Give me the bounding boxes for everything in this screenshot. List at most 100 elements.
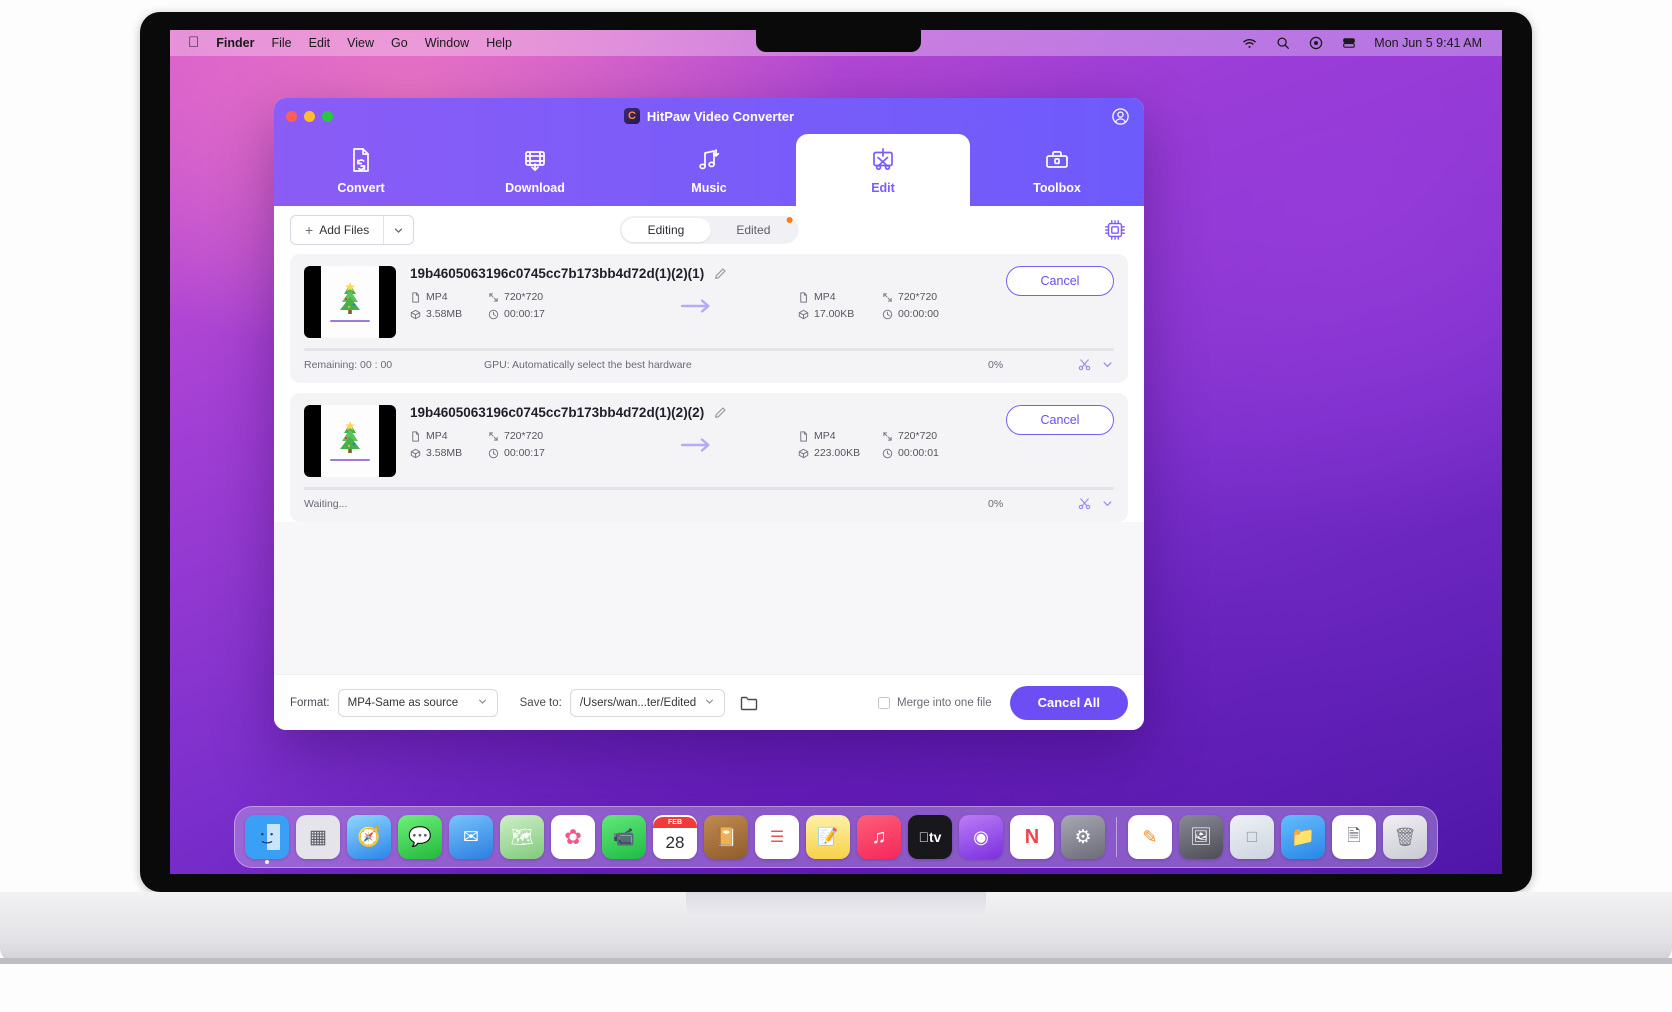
- dock-item-safari[interactable]: 🧭: [347, 815, 391, 859]
- dock-item-finder[interactable]: [245, 815, 289, 864]
- segment-editing[interactable]: Editing: [621, 218, 711, 242]
- dock-item-reminders[interactable]: ☰: [755, 815, 799, 859]
- progress-bar: [304, 348, 1114, 351]
- segment-edited[interactable]: Edited: [710, 217, 796, 242]
- trim-scissors-icon[interactable]: [1078, 358, 1091, 371]
- menu-help[interactable]: Help: [486, 36, 512, 50]
- output-format-value: MP4: [814, 291, 836, 303]
- dock-item-pages[interactable]: ✎: [1128, 815, 1172, 859]
- video-thumbnail[interactable]: [304, 405, 396, 477]
- cancel-button-label: Cancel: [1040, 413, 1080, 427]
- desktop-screen:  Finder File Edit View Go Window Help: [170, 30, 1502, 874]
- source-format-value: MP4: [426, 291, 448, 303]
- trim-scissors-icon[interactable]: [1078, 497, 1091, 510]
- apple-menu-icon[interactable]: : [188, 35, 199, 50]
- editing-edited-segmented-control: Editing Edited: [619, 216, 799, 244]
- dock-separator: [1116, 817, 1117, 857]
- dock-item-messages[interactable]: 💬: [398, 815, 442, 859]
- tab-music[interactable]: Music: [622, 134, 796, 206]
- video-thumbnail[interactable]: [304, 266, 396, 338]
- tab-download[interactable]: Download: [448, 134, 622, 206]
- dock-item-trash[interactable]: 🗑: [1383, 815, 1427, 859]
- tab-toolbox-label: Toolbox: [1033, 181, 1081, 195]
- conversion-arrow-icon: [675, 298, 721, 314]
- dock-item-maps[interactable]: 🗺: [500, 815, 544, 859]
- row-expand-chevron-icon[interactable]: [1101, 358, 1114, 371]
- thumbnail-underline: [330, 459, 370, 461]
- folder-open-icon[interactable]: [739, 693, 759, 713]
- add-files-button[interactable]: + Add Files: [291, 216, 383, 244]
- dock-item-podcasts[interactable]: ◉: [959, 815, 1003, 859]
- dock-item-mail[interactable]: ✉: [449, 815, 493, 859]
- laptop-base-notch: [686, 892, 986, 918]
- thumbnail-content: [321, 266, 379, 338]
- tab-music-label: Music: [691, 181, 727, 195]
- dock-item-downloads-folder[interactable]: 📁: [1281, 815, 1325, 859]
- menu-file[interactable]: File: [271, 36, 291, 50]
- dock-item-news[interactable]: N: [1010, 815, 1054, 859]
- dock-item-documents[interactable]: 🗎: [1332, 815, 1376, 859]
- output-metadata: MP4 720*720: [798, 430, 992, 459]
- battery-icon[interactable]: [1341, 36, 1356, 51]
- tab-convert[interactable]: Convert: [274, 134, 448, 206]
- search-icon[interactable]: [1275, 36, 1290, 51]
- wifi-icon[interactable]: [1242, 36, 1257, 51]
- dock-item-music[interactable]: ♫: [857, 815, 901, 859]
- tab-convert-label: Convert: [337, 181, 385, 195]
- tab-edit-label: Edit: [871, 181, 895, 195]
- output-size: 223.00KB: [798, 447, 882, 459]
- segment-editing-label: Editing: [647, 223, 685, 237]
- dock-item-appletv[interactable]: tv: [908, 815, 952, 859]
- christmas-tree-image: [340, 421, 360, 453]
- cancel-all-button[interactable]: Cancel All: [1009, 685, 1128, 720]
- source-duration-value: 00:00:17: [504, 308, 545, 320]
- progress-area: Waiting... 0%: [304, 487, 1114, 510]
- output-format: MP4: [798, 291, 882, 303]
- settings-gpu-icon[interactable]: [1102, 217, 1128, 243]
- format-select[interactable]: MP4-Same as source: [337, 688, 498, 717]
- dock-item-notes[interactable]: 📝: [806, 815, 850, 859]
- source-size-value: 3.58MB: [426, 308, 463, 320]
- tab-edit[interactable]: Edit: [796, 134, 970, 206]
- dock-item-photos[interactable]: ✿: [551, 815, 595, 859]
- menu-go[interactable]: Go: [391, 36, 408, 50]
- row-expand-chevron-icon[interactable]: [1101, 497, 1114, 510]
- add-files-group: + Add Files: [290, 215, 415, 245]
- saveto-select[interactable]: /Users/wan...ter/Edited: [569, 688, 726, 717]
- menu-view[interactable]: View: [347, 36, 374, 50]
- dock-item-settings[interactable]: ⚙: [1061, 815, 1105, 859]
- dock-item-screenshot[interactable]: 🖼: [1179, 815, 1223, 859]
- dock-item-contacts[interactable]: 📔: [704, 815, 748, 859]
- cancel-button[interactable]: Cancel: [1006, 405, 1114, 435]
- plus-icon: +: [305, 222, 314, 238]
- merge-label: Merge into one file: [897, 696, 992, 709]
- output-size-value: 223.00KB: [814, 447, 861, 459]
- menu-edit[interactable]: Edit: [309, 36, 331, 50]
- rename-pencil-icon[interactable]: [714, 406, 727, 419]
- convert-icon: [346, 145, 376, 175]
- tab-toolbox[interactable]: Toolbox: [970, 134, 1144, 206]
- row-tools: [1078, 497, 1114, 510]
- rename-pencil-icon[interactable]: [714, 267, 727, 280]
- merge-checkbox[interactable]: [878, 696, 890, 709]
- file-row: 19b4605063196c0745cc7b173bb4d72d(1)(2)(1…: [290, 254, 1128, 383]
- account-icon[interactable]: [1111, 107, 1130, 126]
- dock-item-calendar[interactable]: FEB 28: [653, 815, 697, 859]
- menubar-clock[interactable]: Mon Jun 5 9:41 AM: [1374, 36, 1482, 50]
- menu-window[interactable]: Window: [425, 36, 469, 50]
- dock-item-launchpad[interactable]: ▦: [296, 815, 340, 859]
- menu-finder[interactable]: Finder: [216, 36, 254, 50]
- file-icon: [798, 291, 809, 303]
- cancel-button-label: Cancel: [1040, 274, 1080, 288]
- cancel-button[interactable]: Cancel: [1006, 266, 1114, 296]
- calendar-month: FEB: [653, 816, 697, 828]
- app-bottom-bar: Format: MP4-Same as source Save to: /Use…: [274, 674, 1144, 730]
- control-center-icon[interactable]: [1308, 36, 1323, 51]
- add-files-dropdown-button[interactable]: [383, 216, 413, 244]
- merge-into-one-file-option[interactable]: Merge into one file: [878, 696, 992, 709]
- source-metadata: MP4 720*720 3.58MB 00:00:17: [410, 291, 598, 320]
- saveto-label: Save to:: [519, 696, 562, 709]
- macos-dock: ▦ 🧭 💬 ✉ 🗺 ✿ 📹 FEB 28 📔 ☰ 📝 ♫ tv ◉ N ⚙ ✎…: [234, 806, 1438, 868]
- dock-item-preview[interactable]: □: [1230, 815, 1274, 859]
- dock-item-facetime[interactable]: 📹: [602, 815, 646, 859]
